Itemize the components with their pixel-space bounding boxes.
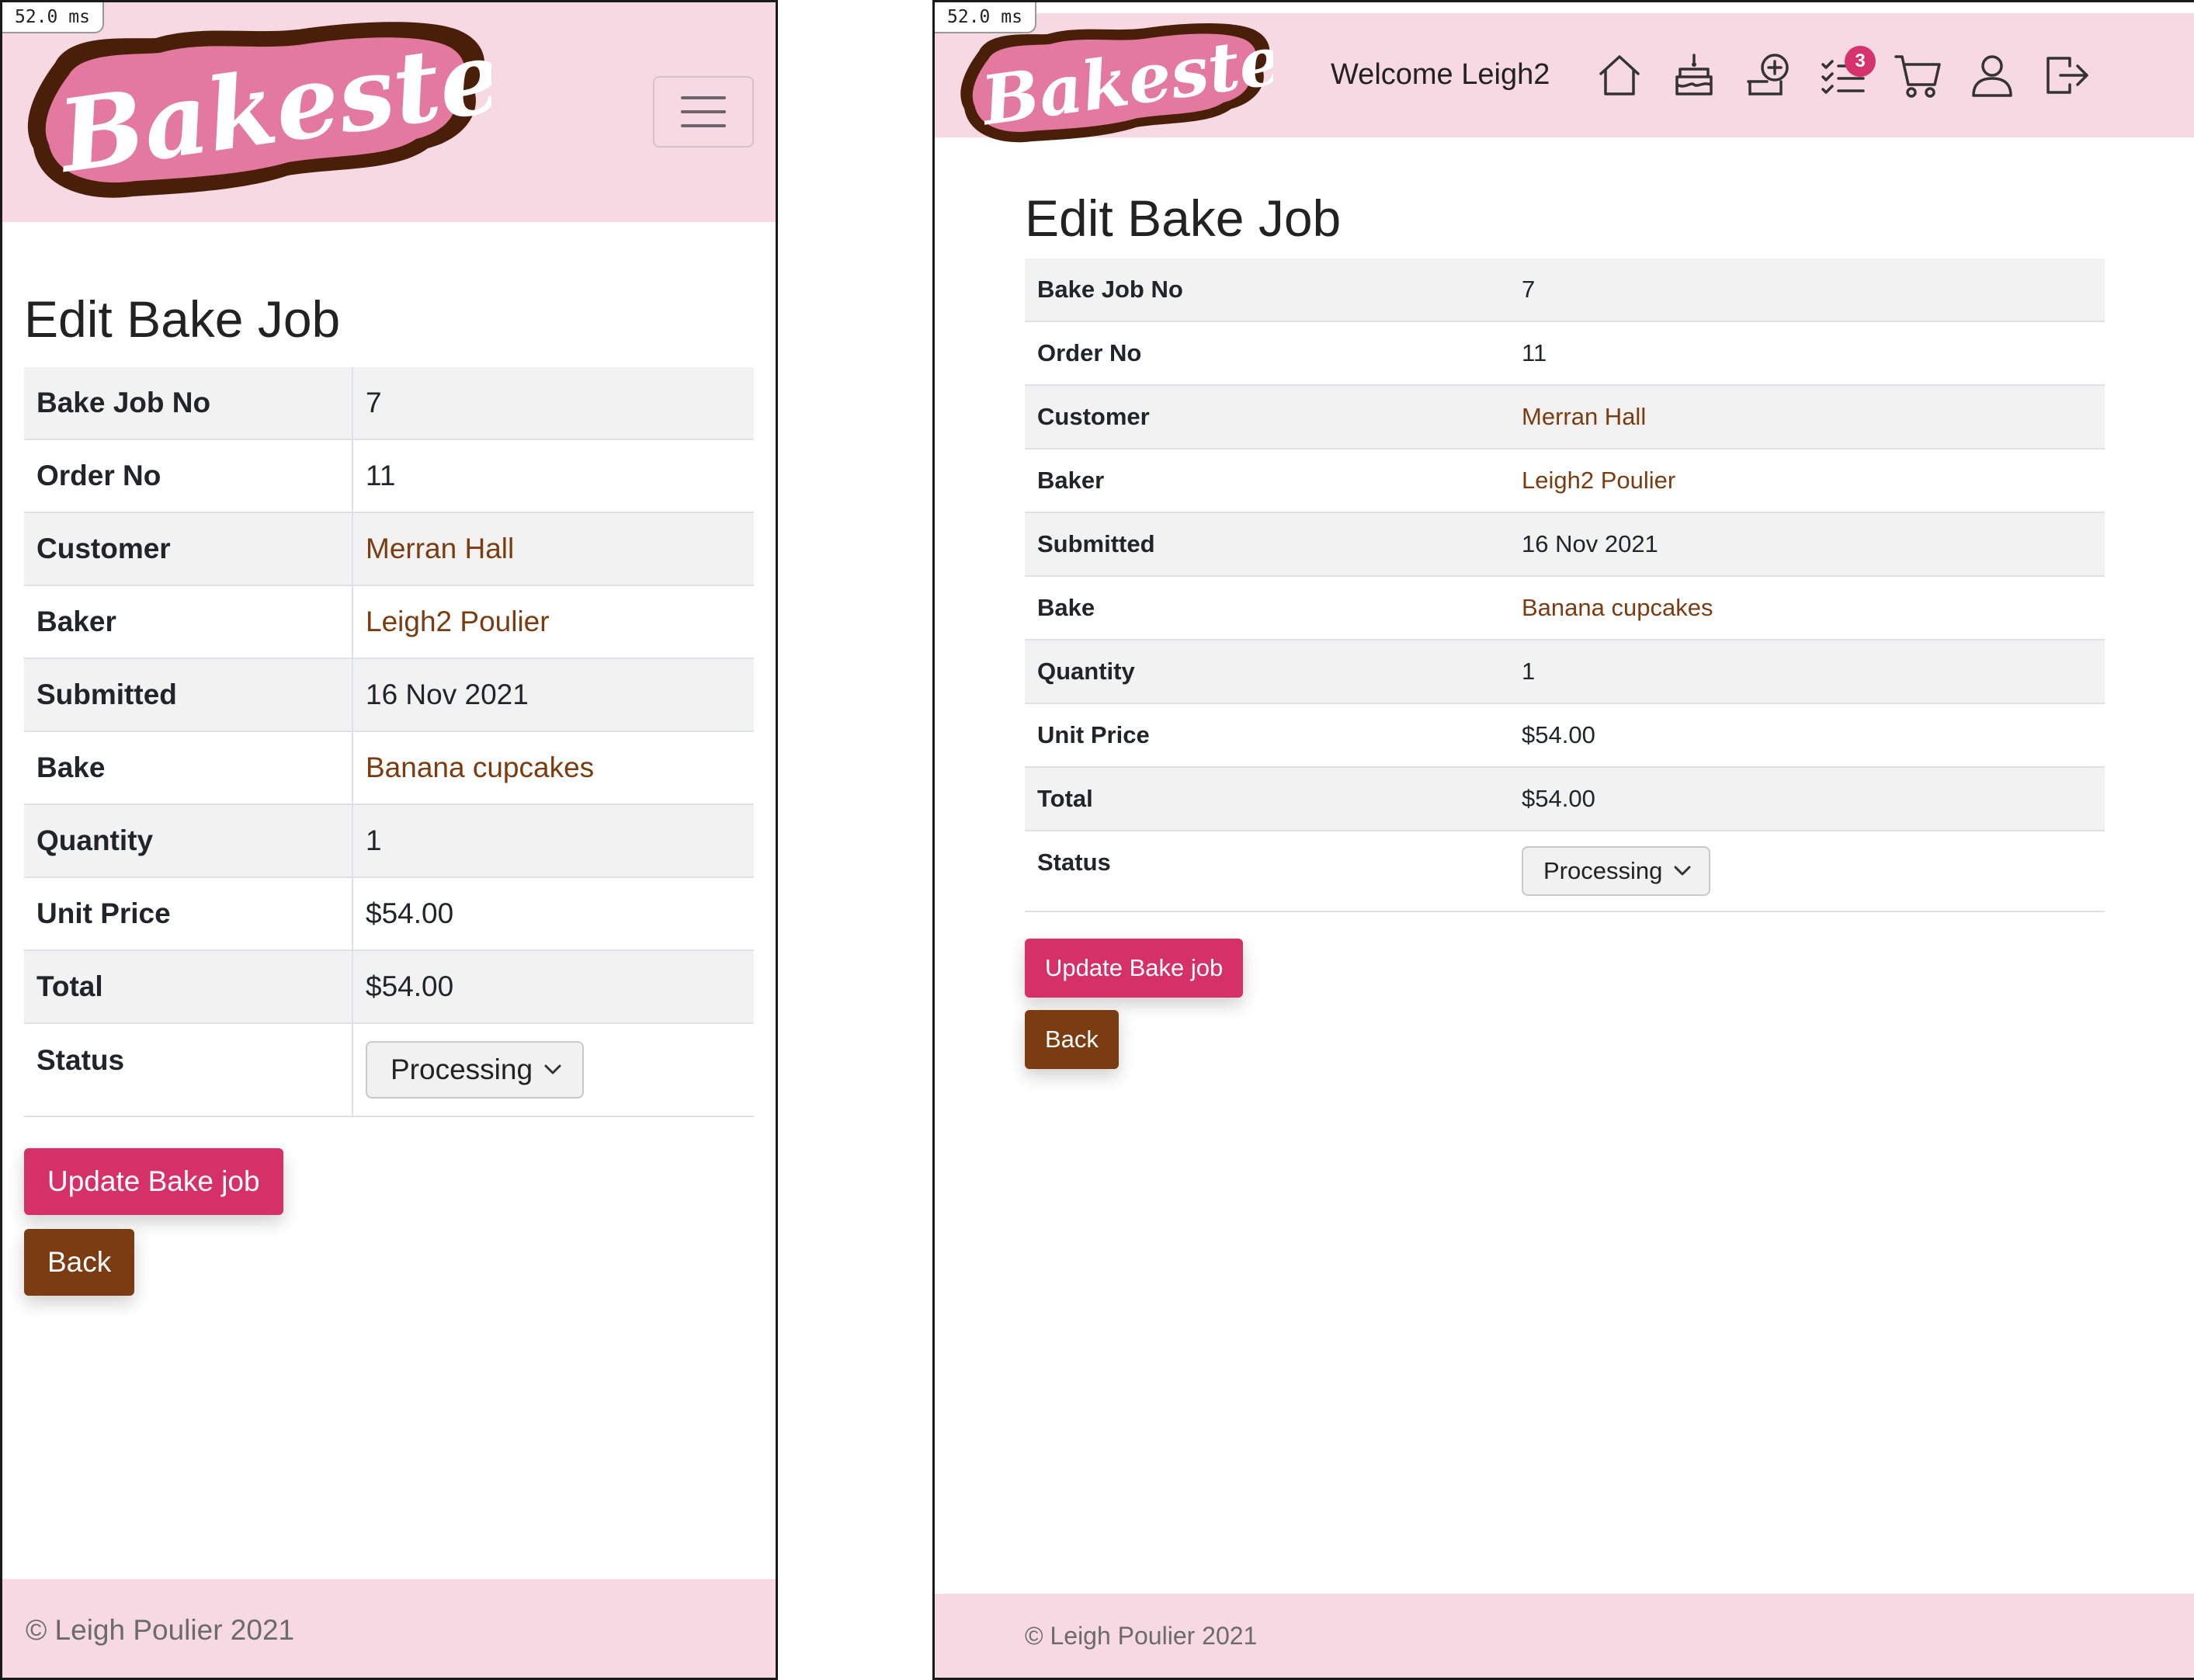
row-label: Quantity [24, 804, 353, 878]
table-row: Quantity 1 [1025, 640, 2105, 704]
status-select[interactable]: Processing [366, 1041, 585, 1099]
table-row: Bake Banana cupcakes [24, 731, 754, 805]
row-label: Unit Price [24, 877, 353, 951]
row-label: Bake Job No [1025, 259, 1509, 322]
row-label: Status [24, 1023, 353, 1117]
table-row: Unit Price $54.00 [24, 877, 754, 951]
total-value: $54.00 [1509, 767, 2105, 831]
page-title: Edit Bake Job [1025, 189, 1342, 247]
row-label: Unit Price [1025, 703, 1509, 768]
table-row: Bake Job No 7 [24, 367, 754, 440]
row-label: Total [1025, 767, 1509, 831]
baker-link[interactable]: Leigh2 Poulier [1522, 467, 1675, 494]
timing-label: 52.0 ms [2, 2, 104, 33]
customer-link[interactable]: Merran Hall [366, 533, 514, 564]
bake-link[interactable]: Banana cupcakes [1522, 594, 1713, 621]
table-row: Order No 11 [24, 439, 754, 513]
table-row: Submitted 16 Nov 2021 [24, 658, 754, 732]
row-label: Status [1025, 831, 1509, 912]
chevron-down-icon [1674, 866, 1691, 876]
row-label: Order No [24, 439, 353, 513]
update-bake-job-button[interactable]: Update Bake job [1025, 939, 1244, 998]
menu-toggle-button[interactable] [653, 76, 754, 148]
status-selected-value: Processing [391, 1053, 533, 1085]
row-label: Submitted [1025, 512, 1509, 577]
submitted-value: 16 Nov 2021 [352, 658, 754, 732]
total-value: $54.00 [352, 950, 754, 1024]
bakester-logo[interactable]: Bakester [958, 19, 1273, 150]
desktop-viewport: 52.0 ms Bakester Welcome Leigh2 3 Edit B… [932, 0, 2194, 1680]
table-row: Baker Leigh2 Poulier [24, 585, 754, 659]
table-row: Status Processing [24, 1023, 754, 1117]
table-row: Baker Leigh2 Poulier [1025, 449, 2105, 513]
bakester-logo[interactable]: Bakester [23, 16, 491, 209]
page-title: Edit Bake Job [24, 290, 341, 348]
bake-job-details-table: Bake Job No 7 Order No 11 Customer Merra… [24, 367, 754, 1117]
row-label: Total [24, 950, 353, 1024]
footer: © Leigh Poulier 2021 [2, 1579, 776, 1678]
table-row: Quantity 1 [24, 804, 754, 878]
cake-icon[interactable] [1669, 50, 1724, 105]
table-row: Customer Merran Hall [1025, 385, 2105, 450]
home-icon[interactable] [1595, 50, 1649, 105]
baker-link[interactable]: Leigh2 Poulier [366, 606, 550, 637]
table-row: Total $54.00 [24, 950, 754, 1024]
chevron-down-icon [544, 1064, 561, 1074]
quantity-value: 1 [352, 804, 754, 878]
bake-job-details-table: Bake Job No 7 Order No 11 Customer Merra… [1025, 259, 2105, 912]
row-label: Order No [1025, 321, 1509, 386]
row-label: Quantity [1025, 640, 1509, 704]
table-row: Bake Banana cupcakes [1025, 576, 2105, 640]
table-row: Customer Merran Hall [24, 512, 754, 586]
back-button[interactable]: Back [24, 1229, 135, 1296]
status-select[interactable]: Processing [1522, 846, 1711, 896]
table-row: Status Processing [1025, 831, 2105, 912]
table-row: Unit Price $54.00 [1025, 703, 2105, 768]
row-label: Baker [1025, 449, 1509, 513]
unit-price-value: $54.00 [1509, 703, 2105, 768]
table-row: Order No 11 [1025, 321, 2105, 386]
hamburger-line [681, 124, 726, 127]
unit-price-value: $54.00 [352, 877, 754, 951]
copyright-text: © Leigh Poulier 2021 [1025, 1622, 1258, 1650]
status-selected-value: Processing [1543, 857, 1663, 884]
welcome-text: Welcome Leigh2 [1331, 58, 1550, 91]
bake-link[interactable]: Banana cupcakes [366, 751, 594, 783]
order-no-value: 11 [1509, 321, 2105, 386]
footer: © Leigh Poulier 2021 [935, 1594, 2194, 1678]
main-content: Edit Bake Job Bake Job No 7 Order No 11 … [1025, 189, 2105, 1069]
tasks-icon[interactable]: 3 [1818, 46, 1876, 105]
order-no-value: 11 [352, 439, 754, 513]
bake-job-no-value: 7 [352, 367, 754, 440]
row-label: Bake [1025, 576, 1509, 640]
hamburger-line [681, 110, 726, 113]
row-label: Customer [1025, 385, 1509, 450]
quantity-value: 1 [1509, 640, 2105, 704]
row-label: Bake [24, 731, 353, 805]
back-button[interactable]: Back [1025, 1010, 1119, 1069]
row-label: Customer [24, 512, 353, 586]
update-bake-job-button[interactable]: Update Bake job [24, 1148, 283, 1215]
row-label: Bake Job No [24, 367, 353, 440]
bake-job-no-value: 7 [1509, 259, 2105, 322]
row-label: Submitted [24, 658, 353, 732]
add-bake-icon[interactable] [1744, 50, 1798, 105]
submitted-value: 16 Nov 2021 [1509, 512, 2105, 577]
row-label: Baker [24, 585, 353, 659]
timing-label: 52.0 ms [935, 2, 1036, 33]
table-row: Total $54.00 [1025, 767, 2105, 831]
user-icon[interactable] [1967, 50, 2022, 105]
hamburger-line [681, 96, 726, 99]
navbar: Bakester Welcome Leigh2 3 [935, 13, 2194, 143]
cart-icon[interactable] [1893, 50, 1947, 105]
table-row: Submitted 16 Nov 2021 [1025, 512, 2105, 577]
tasks-badge: 3 [1845, 46, 1876, 77]
main-content: Edit Bake Job Bake Job No 7 Order No 11 … [24, 290, 754, 1296]
table-row: Bake Job No 7 [1025, 259, 2105, 322]
logout-icon[interactable] [2042, 50, 2096, 105]
customer-link[interactable]: Merran Hall [1522, 403, 1646, 430]
mobile-viewport: 52.0 ms Bakester Edit Bake Job Bake Job … [0, 0, 778, 1680]
navbar: Bakester [2, 2, 776, 222]
copyright-text: © Leigh Poulier 2021 [26, 1614, 295, 1646]
